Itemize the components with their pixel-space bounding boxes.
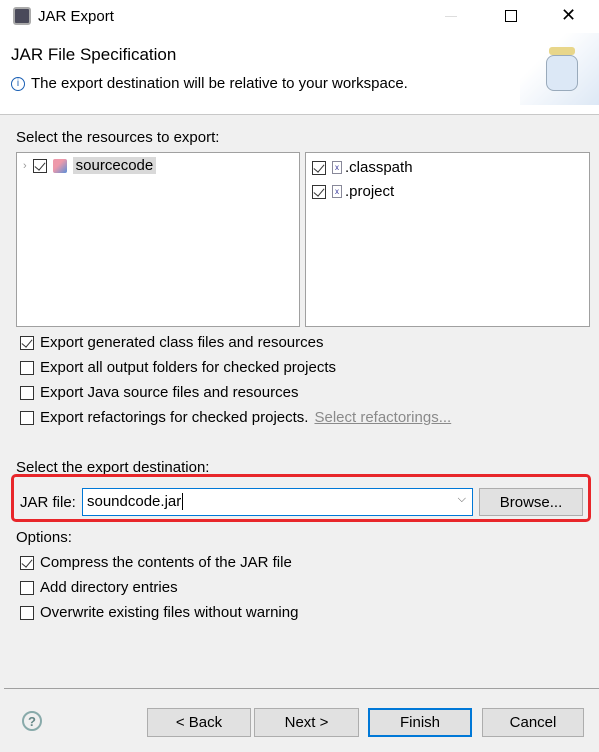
file-item-project[interactable]: x .project <box>312 183 394 200</box>
checkbox[interactable] <box>20 335 34 350</box>
file-label: .project <box>345 183 395 200</box>
footer-divider <box>4 688 599 689</box>
project-tree[interactable]: › sourcecode <box>16 152 300 327</box>
back-button[interactable]: < Back <box>147 708 251 737</box>
export-output-folders-option[interactable]: Export all output folders for checked pr… <box>20 359 336 376</box>
cancel-button[interactable]: Cancel <box>482 708 584 737</box>
expand-chevron-icon[interactable]: › <box>23 160 27 172</box>
option-label: Export Java source files and resources <box>40 384 299 401</box>
file-item-classpath[interactable]: x .classpath <box>312 159 413 176</box>
checkbox[interactable] <box>20 580 34 595</box>
dropdown-chevron-icon[interactable]: ⌵ <box>458 493 466 506</box>
select-refactorings-link[interactable]: Select refactorings... <box>314 409 451 426</box>
resources-label: Select the resources to export: <box>16 129 220 146</box>
finish-button[interactable]: Finish <box>368 708 472 737</box>
option-label: Add directory entries <box>40 579 178 596</box>
eclipse-app-icon <box>13 7 31 25</box>
jar-file-label: JAR file: <box>20 494 76 511</box>
checkbox[interactable] <box>20 360 34 375</box>
add-directory-option[interactable]: Add directory entries <box>20 579 178 596</box>
xml-file-icon: x <box>332 161 342 174</box>
help-icon[interactable]: ? <box>22 711 42 731</box>
checkbox[interactable] <box>20 410 34 425</box>
page-title: JAR File Specification <box>11 45 177 64</box>
checkbox[interactable] <box>20 605 34 620</box>
jar-file-combo[interactable]: soundcode.jar ⌵ <box>82 488 473 516</box>
jar-icon <box>520 33 599 105</box>
checkbox[interactable] <box>20 555 34 570</box>
project-checkbox[interactable] <box>312 184 326 199</box>
java-project-icon <box>52 158 67 173</box>
compress-option[interactable]: Compress the contents of the JAR file <box>20 554 292 571</box>
option-label: Export refactorings for checked projects… <box>40 409 309 426</box>
export-class-files-option[interactable]: Export generated class files and resourc… <box>20 334 323 351</box>
export-refactorings-option[interactable]: Export refactorings for checked projects… <box>20 409 451 426</box>
file-label: .classpath <box>345 159 413 176</box>
sourcecode-checkbox[interactable] <box>32 158 47 173</box>
wizard-header: JAR File Specification i The export dest… <box>0 33 599 115</box>
title-bar: JAR Export ✕ <box>0 0 599 33</box>
browse-button[interactable]: Browse... <box>479 488 583 516</box>
overwrite-option[interactable]: Overwrite existing files without warning <box>20 604 298 621</box>
xml-file-icon: x <box>332 185 342 198</box>
next-button[interactable]: Next > <box>254 708 359 737</box>
option-label: Overwrite existing files without warning <box>40 604 299 621</box>
close-icon[interactable]: ✕ <box>561 5 576 26</box>
file-list[interactable]: x .classpath x .project <box>305 152 590 327</box>
jar-file-input[interactable]: soundcode.jar <box>87 493 184 510</box>
option-label: Export all output folders for checked pr… <box>40 359 336 376</box>
export-java-source-option[interactable]: Export Java source files and resources <box>20 384 298 401</box>
info-icon: i <box>11 76 25 91</box>
tree-item-label: sourcecode <box>72 157 157 174</box>
checkbox[interactable] <box>20 385 34 400</box>
window-title: JAR Export <box>38 8 114 25</box>
options-label: Options: <box>16 529 72 546</box>
option-label: Compress the contents of the JAR file <box>40 554 292 571</box>
minimize-icon[interactable] <box>445 16 457 17</box>
classpath-checkbox[interactable] <box>312 160 326 175</box>
header-message: The export destination will be relative … <box>31 75 408 92</box>
maximize-icon[interactable] <box>505 10 517 22</box>
option-label: Export generated class files and resourc… <box>40 334 324 351</box>
tree-item-sourcecode[interactable]: › sourcecode <box>23 157 157 174</box>
